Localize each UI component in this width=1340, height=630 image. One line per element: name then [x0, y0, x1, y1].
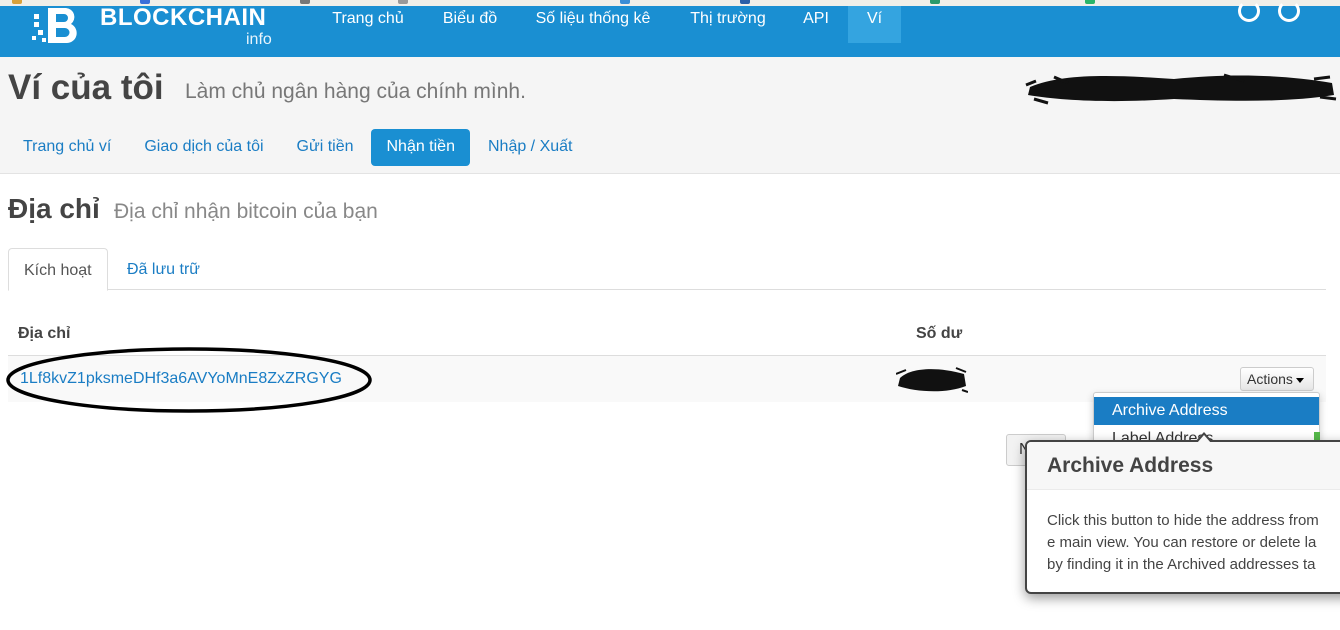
popover-arrow-inner [1197, 435, 1211, 443]
caret-down-icon [1295, 377, 1304, 383]
column-header-balance: Số dư [916, 325, 963, 342]
redacted-balance [896, 367, 968, 393]
nav-charts[interactable]: Biểu đồ [426, 6, 514, 43]
actions-dropdown-button[interactable]: Actions [1240, 367, 1314, 391]
nav-api[interactable]: API [786, 6, 846, 43]
popover-line: Click this button to hide the address fr… [1047, 512, 1319, 529]
address-tabs: Kích hoạt Đã lưu trữ [8, 246, 1326, 291]
subnav-import-export[interactable]: Nhập / Xuất [473, 129, 588, 166]
page-subtitle: Làm chủ ngân hàng của chính mình. [185, 80, 526, 103]
brand-sub: info [246, 31, 272, 48]
popover-title: Archive Address [1027, 442, 1340, 490]
section-title: Địa chỉ [8, 193, 100, 224]
subnav-receive[interactable]: Nhận tiền [371, 129, 470, 166]
power-icon[interactable] [1278, 0, 1300, 22]
wallet-subnav: Trang chủ ví Giao dịch của tôi Gửi tiền … [8, 129, 590, 166]
archive-address-popover: Archive Address Click this button to hid… [1025, 440, 1340, 594]
popover-content: Click this button to hide the address fr… [1027, 490, 1340, 576]
nav-statistics[interactable]: Số liệu thống kê [516, 6, 670, 43]
refresh-icon[interactable] [1238, 0, 1260, 22]
page-header: Ví của tôi Làm chủ ngân hàng của chính m… [0, 57, 1340, 174]
nav-icon-group [1238, 0, 1300, 22]
blockchain-logo-icon [32, 8, 77, 44]
nav-home[interactable]: Trang chủ [312, 6, 424, 43]
page-title: Ví của tôi [8, 68, 164, 107]
subnav-send[interactable]: Gửi tiền [282, 129, 369, 166]
nav-wallet[interactable]: Ví [848, 6, 901, 43]
brand-name: BLOCKCHAIN [100, 4, 267, 31]
popover-line: by finding it in the Archived addresses … [1047, 556, 1316, 573]
menu-item-archive-address[interactable]: Archive Address [1094, 397, 1319, 425]
top-navbar: BLOCKCHAIN info Trang chủ Biểu đồ Số liệ… [0, 0, 1340, 57]
actions-label: Actions [1247, 371, 1293, 387]
subnav-wallet-home[interactable]: Trang chủ ví [8, 129, 126, 166]
redacted-user-info [1025, 73, 1337, 105]
brand-logo[interactable] [32, 6, 88, 50]
section-subtitle: Địa chỉ nhận bitcoin của bạn [114, 200, 378, 223]
popover-line: e main view. You can restore or delete l… [1047, 534, 1317, 551]
address-link[interactable]: 1Lf8kvZ1pksmeDHf3a6AVYoMnE8ZxZRGYG [20, 370, 342, 388]
tab-active[interactable]: Kích hoạt [8, 248, 108, 291]
tab-archived[interactable]: Đã lưu trữ [112, 248, 215, 291]
subnav-transactions[interactable]: Giao dịch của tôi [129, 129, 278, 166]
column-header-address: Địa chỉ [18, 325, 71, 342]
nav-markets[interactable]: Thị trường [672, 6, 784, 43]
